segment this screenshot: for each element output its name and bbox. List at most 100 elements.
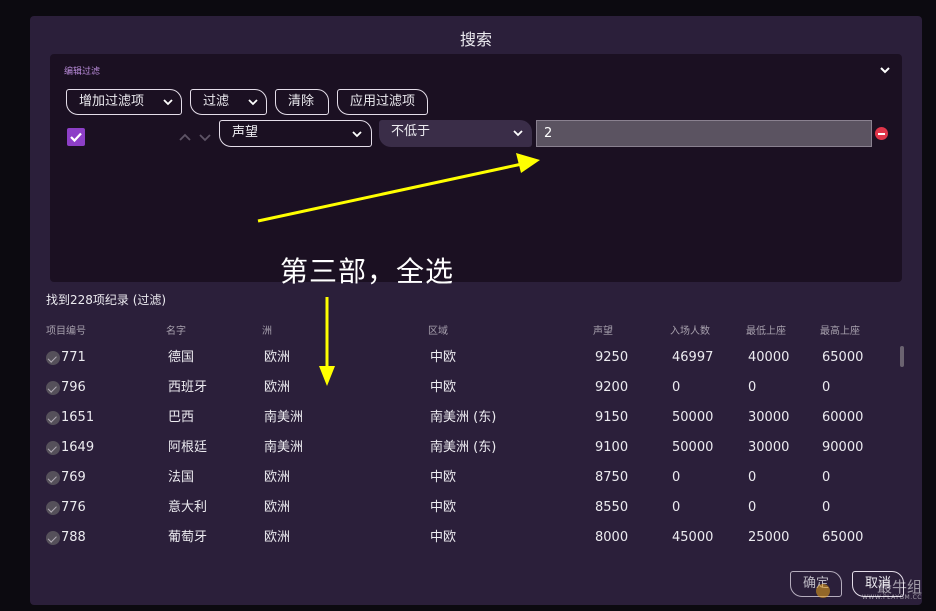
table-cell: 1651 xyxy=(61,410,95,425)
apply-filter-label: 应用过滤项 xyxy=(350,94,416,109)
table-cell: 南美洲 xyxy=(264,440,304,455)
result-count: 找到228项纪录 (过滤) xyxy=(46,293,167,307)
chevron-down-icon xyxy=(248,99,258,106)
table-cell: 意大利 xyxy=(168,500,208,515)
table-cell: 0 xyxy=(822,470,831,485)
table-cell: 788 xyxy=(61,530,86,545)
table-cell: 0 xyxy=(672,380,681,395)
table-cell: 30000 xyxy=(748,440,790,455)
reorder-arrows xyxy=(178,129,212,143)
check-circle-icon[interactable] xyxy=(46,531,60,545)
table-row[interactable]: 769 法国 欧洲 中欧 8750 0 0 0 xyxy=(46,463,896,493)
table-row[interactable]: 1651 巴西 南美洲 南美洲 (东) 9150 50000 30000 60000 xyxy=(46,403,896,433)
clear-label: 清除 xyxy=(288,94,315,109)
value-input[interactable] xyxy=(536,120,872,147)
table-cell: 8550 xyxy=(595,500,629,515)
table-row[interactable]: 796 西班牙 欧洲 中欧 9200 0 0 0 xyxy=(46,373,896,403)
table-cell: 巴西 xyxy=(168,410,195,425)
table-cell: 1649 xyxy=(61,440,95,455)
table-cell: 776 xyxy=(61,500,86,515)
search-dialog: 搜索 编辑过滤 增加过滤项 过滤 清除 应用过滤项 声望 不低于 找到228项纪… xyxy=(30,16,922,605)
results-table: 771 德国 欧洲 中欧 9250 46997 40000 65000 796 西班牙 欧洲 中欧 92… xyxy=(46,343,896,553)
chevron-down-icon xyxy=(199,134,211,142)
chevron-down-icon[interactable] xyxy=(878,62,892,76)
apply-filter-button[interactable]: 应用过滤项 xyxy=(337,89,428,115)
table-cell: 德国 xyxy=(168,350,195,365)
confirm-button[interactable]: 确定 xyxy=(790,571,842,597)
table-cell: 9250 xyxy=(595,350,629,365)
table-cell: 欧洲 xyxy=(264,470,291,485)
table-row[interactable]: 776 意大利 欧洲 中欧 8550 0 0 0 xyxy=(46,493,896,523)
table-cell: 9200 xyxy=(595,380,629,395)
table-row[interactable]: 771 德国 欧洲 中欧 9250 46997 40000 65000 xyxy=(46,343,896,373)
chevron-down-icon xyxy=(513,130,523,137)
table-cell: 8750 xyxy=(595,470,629,485)
operator-select[interactable]: 不低于 xyxy=(379,120,532,147)
table-cell: 阿根廷 xyxy=(168,440,208,455)
table-row[interactable]: 1649 阿根廷 南美洲 南美洲 (东) 9100 50000 30000 90000 xyxy=(46,433,896,463)
chevron-down-icon xyxy=(352,131,362,138)
field-select[interactable]: 声望 xyxy=(219,120,372,147)
table-cell: 50000 xyxy=(672,410,714,425)
table-cell: 中欧 xyxy=(430,350,457,365)
table-cell: 0 xyxy=(748,500,757,515)
filter-panel: 编辑过滤 增加过滤项 过滤 清除 应用过滤项 声望 不低于 xyxy=(50,54,902,282)
table-cell: 65000 xyxy=(822,350,864,365)
operator-select-value: 不低于 xyxy=(391,124,431,139)
column-header[interactable]: 最低上座 xyxy=(746,322,786,337)
table-row[interactable]: 788 葡萄牙 欧洲 中欧 8000 45000 25000 65000 xyxy=(46,523,896,553)
table-cell: 0 xyxy=(672,470,681,485)
table-cell: 中欧 xyxy=(430,500,457,515)
column-header[interactable]: 项目编号 xyxy=(46,322,86,337)
table-cell: 法国 xyxy=(168,470,195,485)
table-cell: 9100 xyxy=(595,440,629,455)
table-cell: 欧洲 xyxy=(264,500,291,515)
table-cell: 欧洲 xyxy=(264,380,291,395)
table-cell: 46997 xyxy=(672,350,714,365)
table-cell: 30000 xyxy=(748,410,790,425)
table-cell: 葡萄牙 xyxy=(168,530,208,545)
column-header[interactable]: 最高上座 xyxy=(820,322,860,337)
add-filter-label: 增加过滤项 xyxy=(79,94,145,109)
scrollbar[interactable] xyxy=(900,346,904,367)
check-circle-icon[interactable] xyxy=(46,351,60,365)
table-cell: 0 xyxy=(822,500,831,515)
filter-label: 过滤 xyxy=(203,94,230,109)
table-cell: 25000 xyxy=(748,530,790,545)
chevron-up-icon xyxy=(179,133,191,141)
table-cell: 9150 xyxy=(595,410,629,425)
check-circle-icon[interactable] xyxy=(46,471,60,485)
annotation-text: 第三部，全选 xyxy=(280,255,455,288)
cancel-button[interactable]: 取消 xyxy=(852,571,904,597)
table-cell: 40000 xyxy=(748,350,790,365)
filter-row-checkbox[interactable] xyxy=(67,128,85,146)
table-cell: 0 xyxy=(822,380,831,395)
table-cell: 769 xyxy=(61,470,86,485)
table-cell: 45000 xyxy=(672,530,714,545)
table-cell: 796 xyxy=(61,380,86,395)
table-header: 项目编号 名字 洲 区域 声望 入场人数 最低上座 最高上座 xyxy=(46,322,886,337)
check-circle-icon[interactable] xyxy=(46,411,60,425)
column-header[interactable]: 洲 xyxy=(262,322,272,337)
table-cell: 中欧 xyxy=(430,530,457,545)
table-cell: 0 xyxy=(748,470,757,485)
table-cell: 0 xyxy=(748,380,757,395)
column-header[interactable]: 名字 xyxy=(166,322,186,337)
column-header[interactable]: 入场人数 xyxy=(670,322,710,337)
table-cell: 50000 xyxy=(672,440,714,455)
check-circle-icon[interactable] xyxy=(46,441,60,455)
check-circle-icon[interactable] xyxy=(46,501,60,515)
filter-button[interactable]: 过滤 xyxy=(190,89,267,115)
column-header[interactable]: 声望 xyxy=(593,322,613,337)
chevron-down-icon xyxy=(163,99,173,106)
table-cell: 南美洲 (东) xyxy=(430,410,497,425)
panel-label: 编辑过滤 xyxy=(64,67,101,77)
table-cell: 南美洲 (东) xyxy=(430,440,497,455)
clear-button[interactable]: 清除 xyxy=(275,89,329,115)
add-filter-button[interactable]: 增加过滤项 xyxy=(66,89,182,115)
remove-filter-icon[interactable] xyxy=(875,127,888,140)
column-header[interactable]: 区域 xyxy=(428,322,448,337)
table-cell: 8000 xyxy=(595,530,629,545)
table-cell: 南美洲 xyxy=(264,410,304,425)
check-circle-icon[interactable] xyxy=(46,381,60,395)
